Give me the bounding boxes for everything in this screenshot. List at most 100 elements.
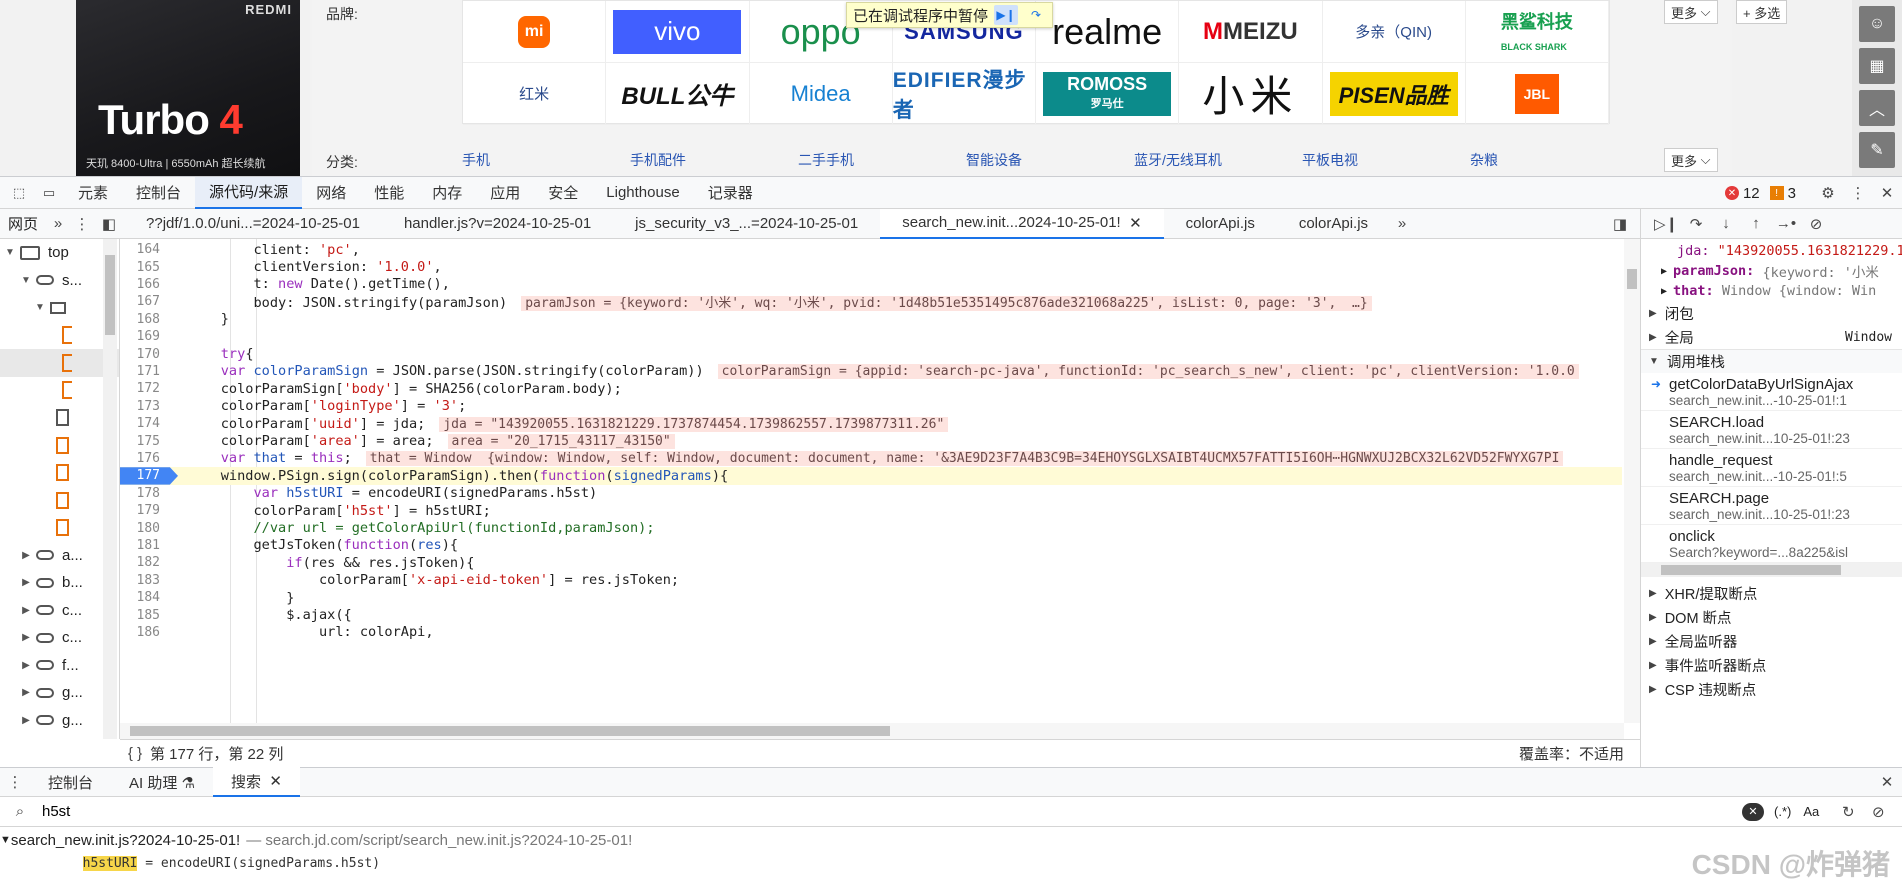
pretty-print-icon[interactable]: { } xyxy=(120,745,150,762)
more-tabs-icon[interactable]: » xyxy=(46,215,70,232)
category-item[interactable]: 二手手机 xyxy=(798,150,966,170)
tree-item-file[interactable] xyxy=(0,459,119,487)
code-line[interactable]: 164 client: 'pc', xyxy=(120,241,1622,258)
tree-item-origin[interactable]: ▶ f... xyxy=(0,652,119,680)
error-count[interactable]: ✕ 12 xyxy=(1724,185,1760,202)
brand-vivo[interactable]: vivo xyxy=(606,1,750,63)
scope-global[interactable]: ▶ 全局 Window xyxy=(1641,325,1902,349)
step-over-icon[interactable]: ↷ xyxy=(1024,5,1048,25)
line-number[interactable]: 172 xyxy=(120,381,170,396)
promo-banner[interactable]: REDMI Turbo 4 天玑 8400-Ultra | 6550mAh 超长… xyxy=(76,0,300,176)
category-item[interactable]: 手机配件 xyxy=(630,150,798,170)
brand-meizu[interactable]: MMEIZU xyxy=(1179,1,1323,63)
code-line[interactable]: 169 xyxy=(120,328,1622,345)
line-number[interactable]: 182 xyxy=(120,555,170,570)
match-case-toggle[interactable]: Aa xyxy=(1803,804,1819,819)
line-number[interactable]: 169 xyxy=(120,329,170,344)
brand-xiaomi[interactable]: 小米 xyxy=(1179,63,1323,125)
code-line[interactable]: 176 var that = this; that = Window {windo… xyxy=(120,450,1622,467)
line-number[interactable]: 181 xyxy=(120,538,170,553)
breakpoint-section[interactable]: ▶ DOM 断点 xyxy=(1641,605,1902,629)
step-out-icon[interactable]: ↑ xyxy=(1741,212,1771,236)
tab-console[interactable]: 控制台 xyxy=(122,177,195,209)
gear-icon[interactable]: ⚙ xyxy=(1812,184,1844,202)
breakpoint-section[interactable]: ▶ 全局监听器 xyxy=(1641,629,1902,653)
more-files-icon[interactable]: » xyxy=(1390,215,1414,232)
tree-item-origin[interactable]: ▶ c... xyxy=(0,597,119,625)
toggle-debugger-icon[interactable]: ◨ xyxy=(1608,215,1632,233)
navigator-scrollbar[interactable] xyxy=(103,239,117,739)
warning-count[interactable]: ! 3 xyxy=(1769,185,1796,202)
feedback-icon[interactable]: ✎ xyxy=(1859,132,1895,168)
callstack-scrollbar[interactable] xyxy=(1641,563,1902,577)
drawer-tab-ai[interactable]: AI 助理 ⚗ xyxy=(111,767,213,797)
brand-jbl[interactable]: JBL xyxy=(1465,63,1609,125)
brand-mi[interactable]: mi xyxy=(463,1,607,63)
code-line[interactable]: 167 body: JSON.stringify(paramJson) param… xyxy=(120,293,1622,312)
code-line[interactable]: 186 url: colorApi, xyxy=(120,624,1622,641)
code-line[interactable]: 174 colorParam['uuid'] = jda; jda = "1439… xyxy=(120,415,1622,432)
code-line[interactable]: 178 var h5stURI = encodeURI(signedParams… xyxy=(120,485,1622,502)
tab-application[interactable]: 应用 xyxy=(476,177,534,209)
scrollbar-thumb[interactable] xyxy=(1627,269,1637,289)
tree-item-folder[interactable]: ▼ xyxy=(0,294,119,322)
line-number[interactable]: 164 xyxy=(120,242,170,257)
brand-romoss[interactable]: ROMOSS 罗马仕 xyxy=(1036,63,1180,125)
brand-pisen[interactable]: PISEN品胜 xyxy=(1322,63,1466,125)
tab-recorder[interactable]: 记录器 xyxy=(694,177,767,209)
result-file-item[interactable]: ▼ search_new.init.js?2024-10-25-01! — sear… xyxy=(0,827,1902,853)
drawer-tab-search[interactable]: 搜索 ✕ xyxy=(212,767,300,797)
line-number[interactable]: 174 xyxy=(120,416,170,431)
tab-lighthouse[interactable]: Lighthouse xyxy=(592,177,693,209)
brand-edifier[interactable]: EDIFIER漫步者 xyxy=(892,63,1036,125)
clear-search-icon[interactable]: ✕ xyxy=(1742,802,1764,821)
tree-item-file[interactable] xyxy=(0,432,119,460)
code-line-paused[interactable]: 177 window.PSign.sign(colorParamSign).th… xyxy=(120,467,1622,485)
code-line[interactable]: 170 try{ xyxy=(120,345,1622,362)
qrcode-icon[interactable]: ▦ xyxy=(1859,48,1895,84)
code-line[interactable]: 172 colorParamSign['body'] = SHA256(colo… xyxy=(120,380,1622,397)
tree-item-file[interactable] xyxy=(0,514,119,542)
drawer-tab-console[interactable]: 控制台 xyxy=(30,767,111,797)
user-icon[interactable]: ☺ xyxy=(1859,6,1895,42)
tab-security[interactable]: 安全 xyxy=(534,177,592,209)
tab-sources[interactable]: 源代码/来源 xyxy=(195,176,303,209)
line-number[interactable]: 184 xyxy=(120,590,170,605)
category-item[interactable]: 杂粮 xyxy=(1470,150,1638,170)
file-tab[interactable]: ??jdf/1.0.0/uni...=2024-10-25-01 xyxy=(124,209,382,239)
callstack-frame[interactable]: SEARCH.page search_new.init...10-25-01!:2… xyxy=(1641,487,1902,525)
tree-item-file-selected[interactable] xyxy=(0,349,119,377)
inspect-element-icon[interactable]: ⬚ xyxy=(4,178,34,208)
line-number[interactable]: 166 xyxy=(120,277,170,292)
toggle-navigator-icon[interactable]: ◧ xyxy=(94,215,124,233)
tab-elements[interactable]: 元素 xyxy=(64,177,122,209)
deactivate-breakpoints-icon[interactable]: ⊘ xyxy=(1801,212,1831,236)
code-line[interactable]: 180 //var url = getColorApiUrl(functionI… xyxy=(120,519,1622,536)
callstack-frame[interactable]: handle_request search_new.init...-10-25-0… xyxy=(1641,449,1902,487)
line-number[interactable]: 183 xyxy=(120,573,170,588)
line-number[interactable]: 177 xyxy=(120,468,170,483)
step-icon[interactable]: →• xyxy=(1771,212,1801,236)
drawer-menu-icon[interactable]: ⋮ xyxy=(0,773,30,791)
callstack-frame[interactable]: ➜ getColorDataByUrlSignAjax search_new.ini… xyxy=(1641,373,1902,411)
multi-select-button[interactable]: + 多选 xyxy=(1736,0,1788,24)
code-line[interactable]: 173 colorParam['loginType'] = '3'; xyxy=(120,398,1622,415)
scope-var-paramJson[interactable]: ▶ paramJson: {keyword: '小米 xyxy=(1641,261,1902,281)
category-item[interactable]: 平板电视 xyxy=(1302,150,1470,170)
scope-var-jda[interactable]: jda: "143920055.1631821229.1 xyxy=(1641,241,1902,261)
code-line[interactable]: 165 clientVersion: '1.0.0', xyxy=(120,258,1622,275)
tree-item-origin[interactable]: ▶ g... xyxy=(0,707,119,735)
code-line[interactable]: 183 colorParam['x-api-eid-token'] = res.… xyxy=(120,572,1622,589)
scope-closure[interactable]: ▶ 闭包 xyxy=(1641,301,1902,325)
category-more-button[interactable]: 更多 ⌵ xyxy=(1664,148,1718,172)
code-line[interactable]: 184 } xyxy=(120,589,1622,606)
editor-horizontal-scrollbar[interactable] xyxy=(120,723,1624,739)
more-options-icon[interactable]: ⋮ xyxy=(1844,184,1872,202)
code-line[interactable]: 171 var colorParamSign = JSON.parse(JSON… xyxy=(120,363,1622,380)
tree-item-file[interactable] xyxy=(0,322,119,350)
file-tab[interactable]: handler.js?v=2024-10-25-01 xyxy=(382,209,613,239)
file-tab[interactable]: colorApi.js xyxy=(1164,209,1277,239)
tree-item-file[interactable] xyxy=(0,487,119,515)
brand-bull[interactable]: BULL公牛 xyxy=(606,63,750,125)
scrollbar-thumb[interactable] xyxy=(1661,565,1841,575)
